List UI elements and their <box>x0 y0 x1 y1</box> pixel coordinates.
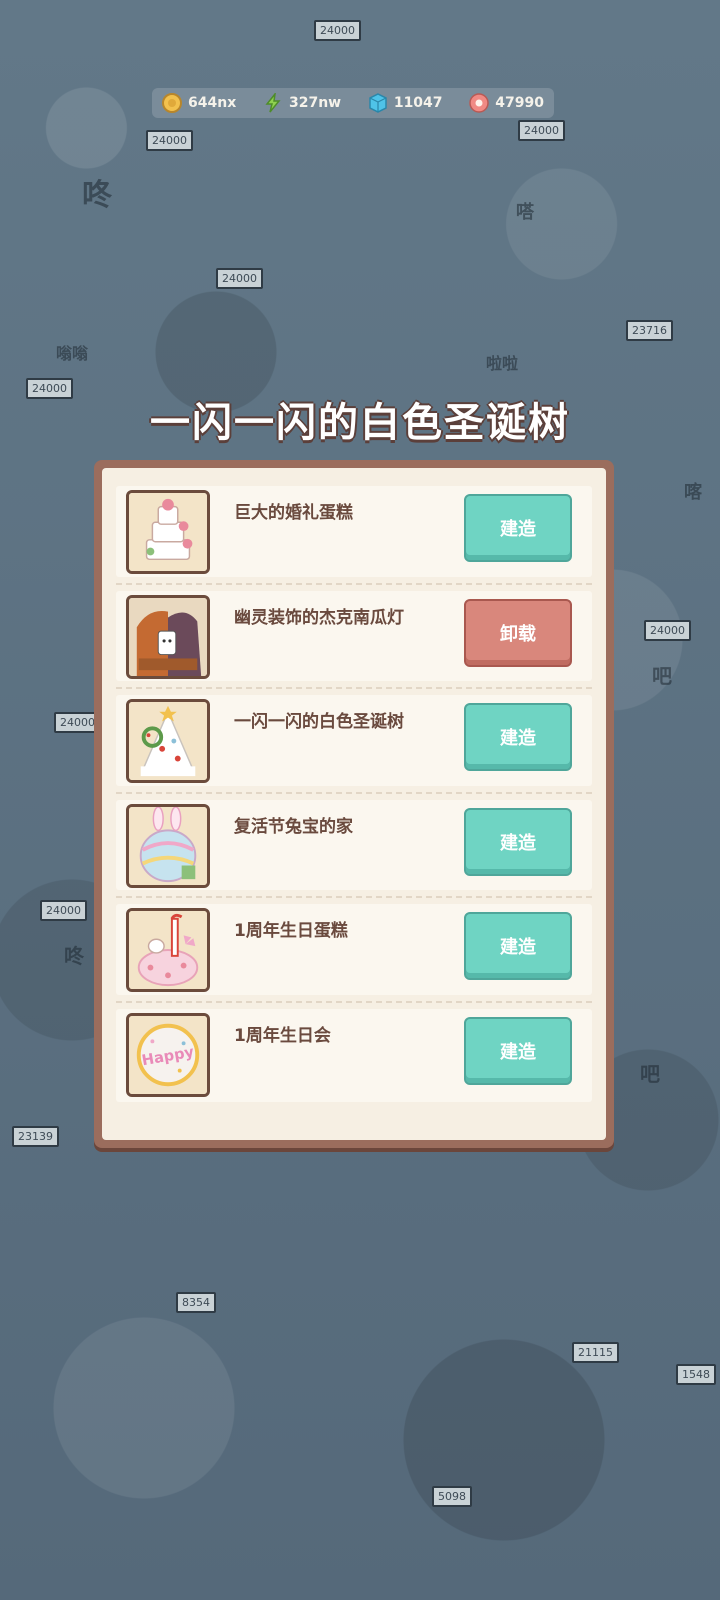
item-name: 1周年生日蛋糕 <box>234 921 348 942</box>
list-item: 一闪一闪的白色圣诞树 建造 <box>116 689 592 794</box>
bg-sign: 5098 <box>432 1486 472 1507</box>
coin-counter[interactable]: 644nx <box>162 93 236 113</box>
item-name: 巨大的婚礼蛋糕 <box>234 503 353 523</box>
bg-sign: 24000 <box>644 620 691 641</box>
happy-balloon-icon: Happy <box>126 1012 210 1097</box>
easter-bunny-house-icon <box>126 803 210 888</box>
item-name: 复活节兔宝的家 <box>234 816 353 837</box>
build-button[interactable]: 建造 <box>464 1016 572 1085</box>
bg-sound-text: 喀 <box>684 482 702 503</box>
bg-sound-text: 啦啦 <box>486 354 519 373</box>
blue-cube-icon <box>369 93 387 113</box>
pink-flower-icon <box>469 93 490 113</box>
bg-sound-text: 吧 <box>640 1062 660 1086</box>
bg-sign: 23716 <box>626 320 673 341</box>
bg-sign: 23139 <box>12 1126 59 1147</box>
bg-sound-text: 嗡嗡 <box>56 344 89 363</box>
build-button[interactable]: 建造 <box>464 703 572 772</box>
list-item: Happy 1周年生日会 建造 <box>116 1003 592 1108</box>
bg-sound-text: 嗒 <box>516 202 534 223</box>
bg-sign: 24000 <box>146 130 193 151</box>
list-item: 1周年生日蛋糕 建造 <box>116 898 592 1003</box>
flower-counter[interactable]: 47990 <box>469 93 544 113</box>
list-item: 复活节兔宝的家 建造 <box>116 794 592 899</box>
bg-sound-text: 咚 <box>64 944 84 968</box>
building-list-panel: 巨大的婚礼蛋糕 建造 幽灵装饰的杰克南瓜灯 卸载 一闪一闪的白色圣诞树 建造 复… <box>94 460 614 1148</box>
build-button[interactable]: 建造 <box>464 807 572 876</box>
build-button[interactable]: 建造 <box>464 494 572 562</box>
build-button[interactable]: 建造 <box>464 912 572 981</box>
anniversary-cake-icon <box>126 908 210 993</box>
currency-bar: 644nx 327nw 11047 47990 <box>152 88 554 118</box>
bg-sign: 1548 <box>676 1364 716 1385</box>
bg-sign: 24000 <box>518 120 565 141</box>
gem-value: 11047 <box>393 95 443 111</box>
wedding-cake-icon <box>126 490 210 574</box>
bg-sign: 24000 <box>216 268 263 289</box>
energy-counter[interactable]: 327nw <box>263 93 341 113</box>
panel-inner: 巨大的婚礼蛋糕 建造 幽灵装饰的杰克南瓜灯 卸载 一闪一闪的白色圣诞树 建造 复… <box>102 468 606 1140</box>
coin-value: 644nx <box>188 95 237 111</box>
item-name: 一闪一闪的白色圣诞树 <box>234 712 404 733</box>
bg-sound-text: 吧 <box>652 664 672 688</box>
building-list: 巨大的婚礼蛋糕 建造 幽灵装饰的杰克南瓜灯 卸载 一闪一闪的白色圣诞树 建造 复… <box>116 480 592 1108</box>
flower-value: 47990 <box>495 95 544 111</box>
bg-sign: 21115 <box>572 1342 619 1363</box>
bg-sound-text: 咚 <box>82 178 112 213</box>
list-item: 巨大的婚礼蛋糕 建造 <box>116 480 592 585</box>
list-item: 幽灵装饰的杰克南瓜灯 卸载 <box>116 585 592 690</box>
energy-bolt-icon <box>265 93 281 113</box>
bg-sign: 24000 <box>40 900 87 921</box>
bg-sign: 8354 <box>176 1292 216 1313</box>
bg-sign: 24000 <box>314 20 361 41</box>
christmas-tree-icon <box>126 699 210 784</box>
energy-value: 327nw <box>288 95 342 111</box>
coin-icon <box>162 93 182 113</box>
item-name: 1周年生日会 <box>234 1025 331 1046</box>
unload-button[interactable]: 卸载 <box>464 598 572 667</box>
ghost-pumpkin-icon <box>126 594 210 679</box>
page-title: 一闪一闪的白色圣诞树 <box>150 400 570 446</box>
gem-counter[interactable]: 11047 <box>368 93 443 113</box>
item-name: 幽灵装饰的杰克南瓜灯 <box>234 607 404 628</box>
